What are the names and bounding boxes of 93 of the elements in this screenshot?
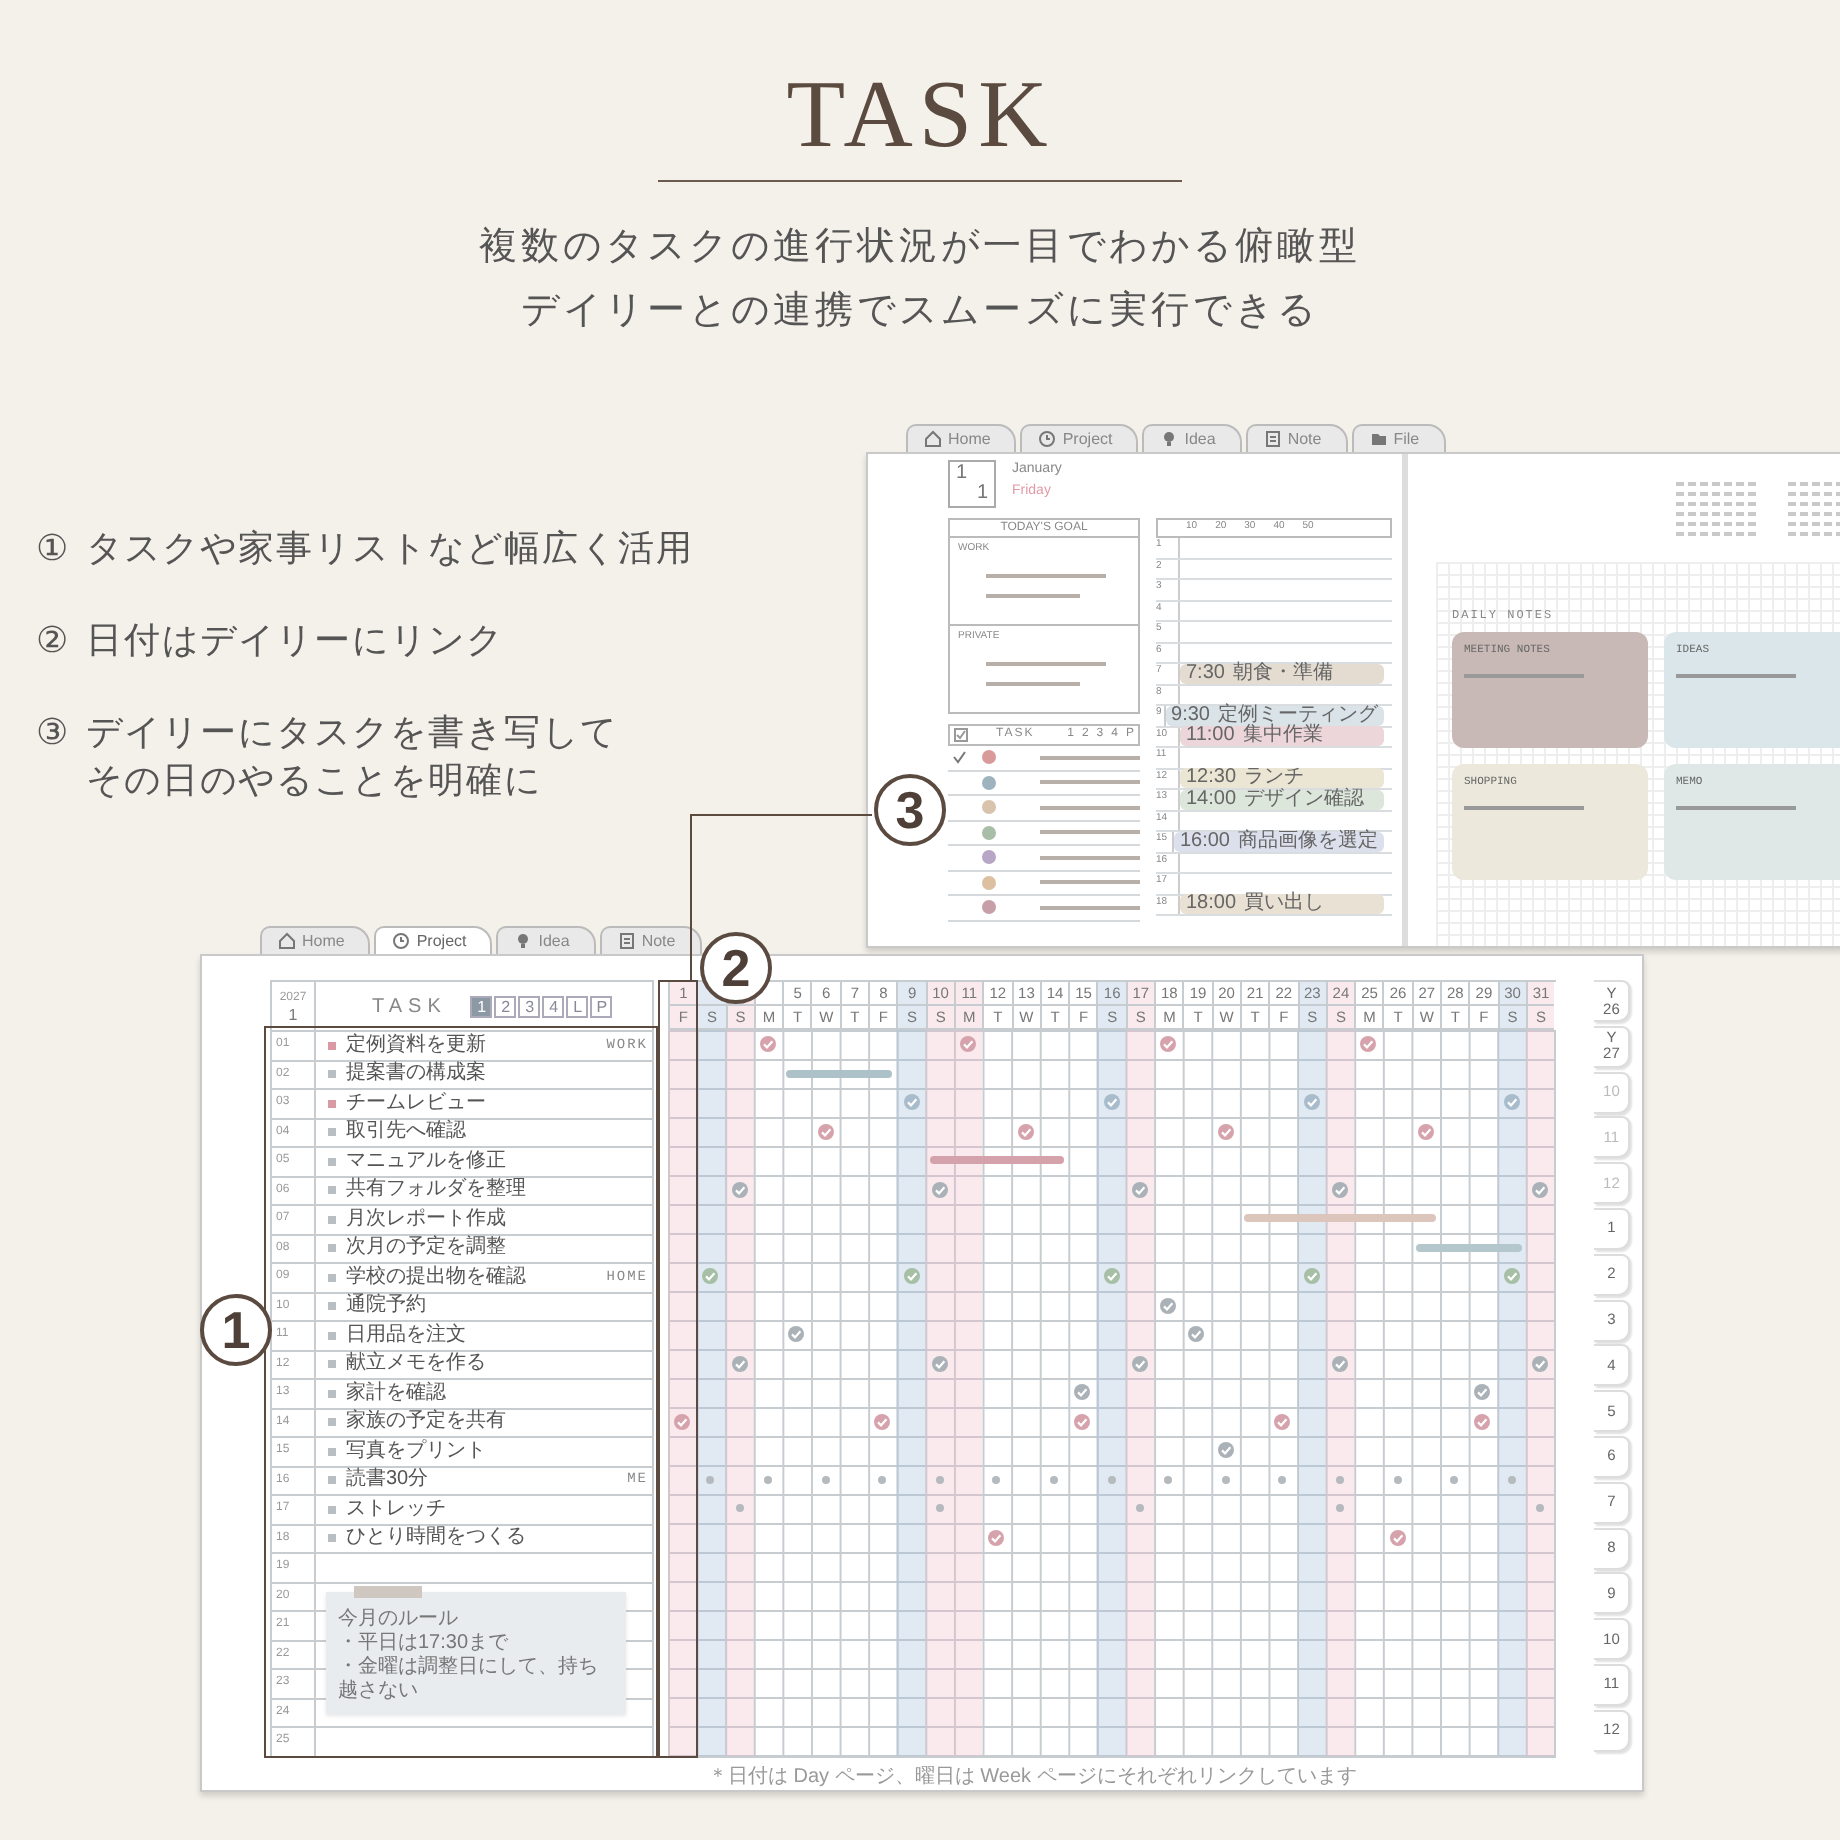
tab[interactable]: Note <box>599 926 702 954</box>
handwriting-scribble <box>1676 674 1797 679</box>
task-text: ストレッチ <box>346 1499 446 1520</box>
tab[interactable]: Idea <box>1142 424 1242 452</box>
page-tab[interactable]: P <box>590 995 613 1017</box>
event-text: デザイン確認 <box>1244 789 1365 810</box>
task-text: 通院予約 <box>346 1296 426 1317</box>
feature-number: ② <box>36 618 71 664</box>
handwriting-scribble <box>1040 805 1140 810</box>
tab[interactable]: File <box>1351 424 1446 452</box>
task-text: 学校の提出物を確認 <box>346 1267 526 1288</box>
tab[interactable]: Home <box>260 926 371 954</box>
event-text: 集中作業 <box>1242 726 1323 747</box>
lightbulb-icon <box>514 932 533 950</box>
subtitle-line: デイリーとの連携でスムーズに実行できる <box>521 288 1319 336</box>
task-text: 次月の予定を調整 <box>346 1238 506 1259</box>
event-time: 14:00 <box>1186 789 1237 810</box>
handwriting-scribble <box>986 681 1081 685</box>
tab[interactable]: Note <box>1245 424 1348 452</box>
lightbulb-icon <box>1160 430 1179 448</box>
checkbox-icon <box>954 728 968 742</box>
callout-number: 2 <box>700 932 772 1004</box>
handwriting-scribble <box>1040 880 1140 885</box>
tape-strip <box>354 1586 422 1598</box>
clock-icon <box>1038 430 1057 448</box>
feature-text: デイリーにタスクを書き写して <box>86 710 619 756</box>
page-tab[interactable]: L <box>566 995 589 1017</box>
clock-icon <box>392 932 411 950</box>
task-text: 共有フォルダを整理 <box>346 1180 526 1201</box>
event-time: 7:30 <box>1186 663 1225 684</box>
month-label: 1 <box>288 1005 298 1023</box>
task-text: 献立メモを作る <box>346 1354 486 1375</box>
feature-number: ① <box>36 526 71 572</box>
handwriting-scribble <box>1676 806 1797 811</box>
event-time: 16:00 <box>1179 831 1230 852</box>
folder-icon <box>1369 430 1388 448</box>
note-line: ・金曜は調整日にして、持ち越さない <box>338 1656 600 1704</box>
tab[interactable]: Idea <box>496 926 596 954</box>
page-title: TASK <box>786 68 1054 164</box>
event-text: 朝食・準備 <box>1232 663 1333 684</box>
feature-number: ③ <box>36 710 71 756</box>
page-tab[interactable]: 4 <box>542 995 565 1017</box>
handwriting-scribble <box>986 573 1107 577</box>
tab[interactable]: Project <box>374 926 493 954</box>
handwriting-scribble <box>986 593 1081 597</box>
date-day: 1 <box>976 484 988 504</box>
task-text: 読書30分 <box>346 1470 429 1491</box>
event-text: 定例ミーティング <box>1218 705 1378 726</box>
feature-text: タスクや家事リストなど幅広く活用 <box>86 526 695 572</box>
handwriting-scribble <box>1040 755 1140 760</box>
house-icon <box>278 932 296 950</box>
footnote: ＊日付は Day ページ、曜日は Week ページにそれぞれリンクしています <box>708 1763 1359 1791</box>
task-text: ひとり時間をつくる <box>346 1528 526 1549</box>
handwriting-scribble <box>1464 806 1585 811</box>
task-text: 月次レポート作成 <box>346 1209 506 1230</box>
note-title: 今月のルール <box>338 1608 460 1632</box>
page-tab[interactable]: 1 <box>470 995 493 1017</box>
feature-text: 日付はデイリーにリンク <box>86 618 505 664</box>
task-text: 家族の予定を共有 <box>346 1412 506 1433</box>
note-line: ・平日は17:30まで <box>338 1632 511 1655</box>
sheet-title: TASK <box>372 993 447 1021</box>
handwriting-scribble <box>1040 780 1140 785</box>
handwriting-scribble <box>1040 830 1140 835</box>
task-text: 取引先へ確認 <box>346 1122 466 1143</box>
handwriting-scribble <box>1464 674 1585 679</box>
handwriting-scribble <box>986 661 1107 665</box>
event-time: 18:00 <box>1186 894 1237 915</box>
mini-calendar-drawing <box>1676 482 1756 538</box>
task-text: 提案書の構成案 <box>346 1064 486 1085</box>
date-month: 1 <box>956 464 970 484</box>
event-time: 12:30 <box>1186 768 1237 789</box>
house-icon <box>924 430 942 448</box>
task-text: 写真をプリント <box>346 1441 486 1462</box>
task-text: 定例資料を更新 <box>346 1035 486 1056</box>
task-text: チームレビュー <box>346 1093 486 1114</box>
task-text: 日用品を注文 <box>346 1325 466 1346</box>
handwriting-scribble <box>1040 855 1140 860</box>
event-time: 11:00 <box>1186 726 1235 747</box>
feature-text: その日のやることを明確に <box>86 758 545 804</box>
task-text: 家計を確認 <box>346 1383 446 1404</box>
subtitle-line: 複数のタスクの進行状況が一目でわかる俯瞰型 <box>479 224 1361 272</box>
page-tab[interactable]: 3 <box>518 995 541 1017</box>
notepad-icon <box>1263 430 1282 448</box>
tab[interactable]: Home <box>906 424 1017 452</box>
event-time: 9:30 <box>1171 705 1210 726</box>
event-text: 買い出し <box>1244 894 1325 915</box>
event-text: 商品画像を選定 <box>1238 831 1378 852</box>
task-text: マニュアルを修正 <box>346 1151 506 1172</box>
page-tab[interactable]: 2 <box>494 995 517 1017</box>
tab[interactable]: Project <box>1020 424 1139 452</box>
notepad-icon <box>617 932 636 950</box>
event-text: ランチ <box>1244 768 1305 789</box>
handwriting-scribble <box>1040 905 1140 910</box>
